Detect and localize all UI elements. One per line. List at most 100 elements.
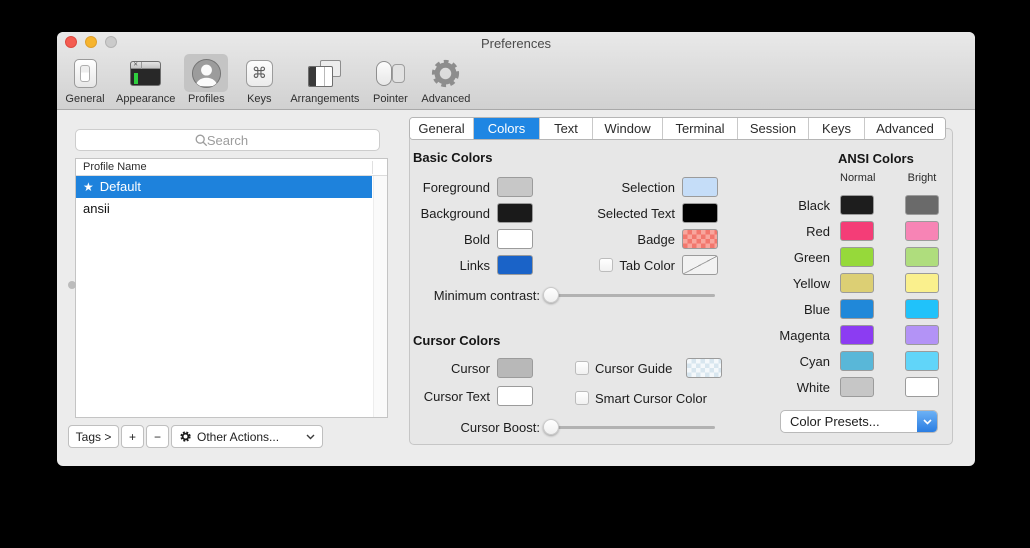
ansi-row-red: Red (757, 221, 939, 241)
cursor-row: Cursor (405, 358, 533, 378)
general-icon (74, 59, 97, 88)
red-normal-well[interactable] (840, 221, 874, 241)
foreground-color-well[interactable] (497, 177, 533, 197)
cursor-guide-color-well[interactable] (686, 358, 722, 378)
selection-color-well[interactable] (682, 177, 718, 197)
window-header: Preferences General ✕ Appearance (57, 32, 975, 110)
slider-knob[interactable] (543, 287, 559, 303)
tab-window[interactable]: Window (593, 118, 663, 139)
tags-button[interactable]: Tags > (68, 425, 119, 448)
minimize-button[interactable] (85, 36, 97, 48)
tab-color-row: Tab Color (557, 255, 718, 275)
tab-colors[interactable]: Colors (474, 118, 540, 139)
gear-icon (429, 57, 462, 90)
toolbar-item-keys[interactable]: ⌘ Keys (237, 54, 281, 105)
white-normal-well[interactable] (840, 377, 874, 397)
yellow-normal-well[interactable] (840, 273, 874, 293)
smart-cursor-checkbox[interactable] (575, 391, 589, 405)
profile-row-ansii[interactable]: ansii (76, 198, 372, 220)
slider-knob[interactable] (543, 419, 559, 435)
ansi-row-yellow: Yellow (757, 273, 939, 293)
minimum-contrast-slider[interactable] (545, 287, 715, 303)
toolbar-item-profiles[interactable]: Profiles (184, 54, 228, 105)
links-color-well[interactable] (497, 255, 533, 275)
blue-bright-well[interactable] (905, 299, 939, 319)
profiles-icon (191, 58, 222, 89)
selected-text-row: Selected Text (557, 203, 718, 223)
tab-session[interactable]: Session (738, 118, 809, 139)
cursor-colors-heading: Cursor Colors (413, 333, 500, 348)
tab-general[interactable]: General (410, 118, 474, 139)
background-color-well[interactable] (497, 203, 533, 223)
magenta-normal-well[interactable] (840, 325, 874, 345)
toolbar-item-arrangements[interactable]: Arrangements (290, 54, 359, 105)
window-edge-dot (68, 281, 76, 289)
ansi-row-black: Black (757, 195, 939, 215)
toolbar-item-advanced[interactable]: Advanced (421, 54, 470, 105)
titlebar[interactable]: Preferences (57, 32, 975, 54)
search-field (75, 129, 380, 151)
cursor-color-well[interactable] (497, 358, 533, 378)
ansi-color-table: Black Red Green Yellow Blue Magenta (757, 195, 939, 403)
chevron-down-icon (306, 434, 315, 440)
black-bright-well[interactable] (905, 195, 939, 215)
yellow-bright-well[interactable] (905, 273, 939, 293)
toolbar-item-general[interactable]: General (63, 54, 107, 105)
cursor-guide-checkbox[interactable] (575, 361, 589, 375)
appearance-icon: ✕ (130, 61, 161, 86)
window-title: Preferences (57, 32, 975, 55)
red-bright-well[interactable] (905, 221, 939, 241)
profile-row-default[interactable]: ★Default (76, 176, 372, 198)
cursor-boost-row: Cursor Boost: (405, 417, 715, 437)
preferences-window: Preferences General ✕ Appearance (57, 32, 975, 466)
toolbar-item-pointer[interactable]: Pointer (368, 54, 412, 105)
other-actions-dropdown[interactable]: Other Actions... (171, 425, 323, 448)
bold-color-well[interactable] (497, 229, 533, 249)
selection-row: Selection (557, 177, 718, 197)
color-presets-dropdown[interactable]: Color Presets... (780, 410, 938, 433)
ansi-row-white: White (757, 377, 939, 397)
links-row: Links (405, 255, 533, 275)
bold-row: Bold (405, 229, 533, 249)
cursor-text-color-well[interactable] (497, 386, 533, 406)
profile-list-scrollbar[interactable] (373, 176, 387, 417)
remove-profile-button[interactable]: − (146, 425, 169, 448)
badge-color-well[interactable] (682, 229, 718, 249)
minimum-contrast-row: Minimum contrast: (405, 285, 715, 305)
green-normal-well[interactable] (840, 247, 874, 267)
bright-column-header: Bright (905, 172, 939, 184)
close-button[interactable] (65, 36, 77, 48)
search-input[interactable] (76, 130, 379, 150)
tab-terminal[interactable]: Terminal (663, 118, 738, 139)
cyan-normal-well[interactable] (840, 351, 874, 371)
settings-tabbar: General Colors Text Window Terminal Sess… (409, 117, 946, 140)
toolbar: General ✕ Appearance Profi (57, 54, 975, 110)
tab-text[interactable]: Text (540, 118, 593, 139)
green-bright-well[interactable] (905, 247, 939, 267)
tab-color-checkbox[interactable] (599, 258, 613, 272)
selected-text-color-well[interactable] (682, 203, 718, 223)
magenta-bright-well[interactable] (905, 325, 939, 345)
pointer-icon (376, 60, 405, 87)
ansi-row-magenta: Magenta (757, 325, 939, 345)
tab-keys[interactable]: Keys (809, 118, 865, 139)
chevron-down-icon (923, 419, 932, 425)
profile-list: Profile Name ★Default ansii (75, 158, 388, 418)
blue-normal-well[interactable] (840, 299, 874, 319)
add-profile-button[interactable]: + (121, 425, 144, 448)
smart-cursor-row: Smart Cursor Color (575, 388, 707, 408)
normal-column-header: Normal (840, 172, 874, 184)
white-bright-well[interactable] (905, 377, 939, 397)
cursor-boost-slider[interactable] (545, 419, 715, 435)
tab-advanced[interactable]: Advanced (865, 118, 945, 139)
tab-color-well[interactable] (682, 255, 718, 275)
toolbar-item-appearance[interactable]: ✕ Appearance (116, 54, 175, 105)
keys-icon: ⌘ (246, 60, 273, 87)
cursor-guide-row: Cursor Guide (575, 358, 722, 378)
profile-list-header: Profile Name (76, 159, 387, 176)
foreground-row: Foreground (405, 177, 533, 197)
zoom-button (105, 36, 117, 48)
background-row: Background (405, 203, 533, 223)
cyan-bright-well[interactable] (905, 351, 939, 371)
black-normal-well[interactable] (840, 195, 874, 215)
